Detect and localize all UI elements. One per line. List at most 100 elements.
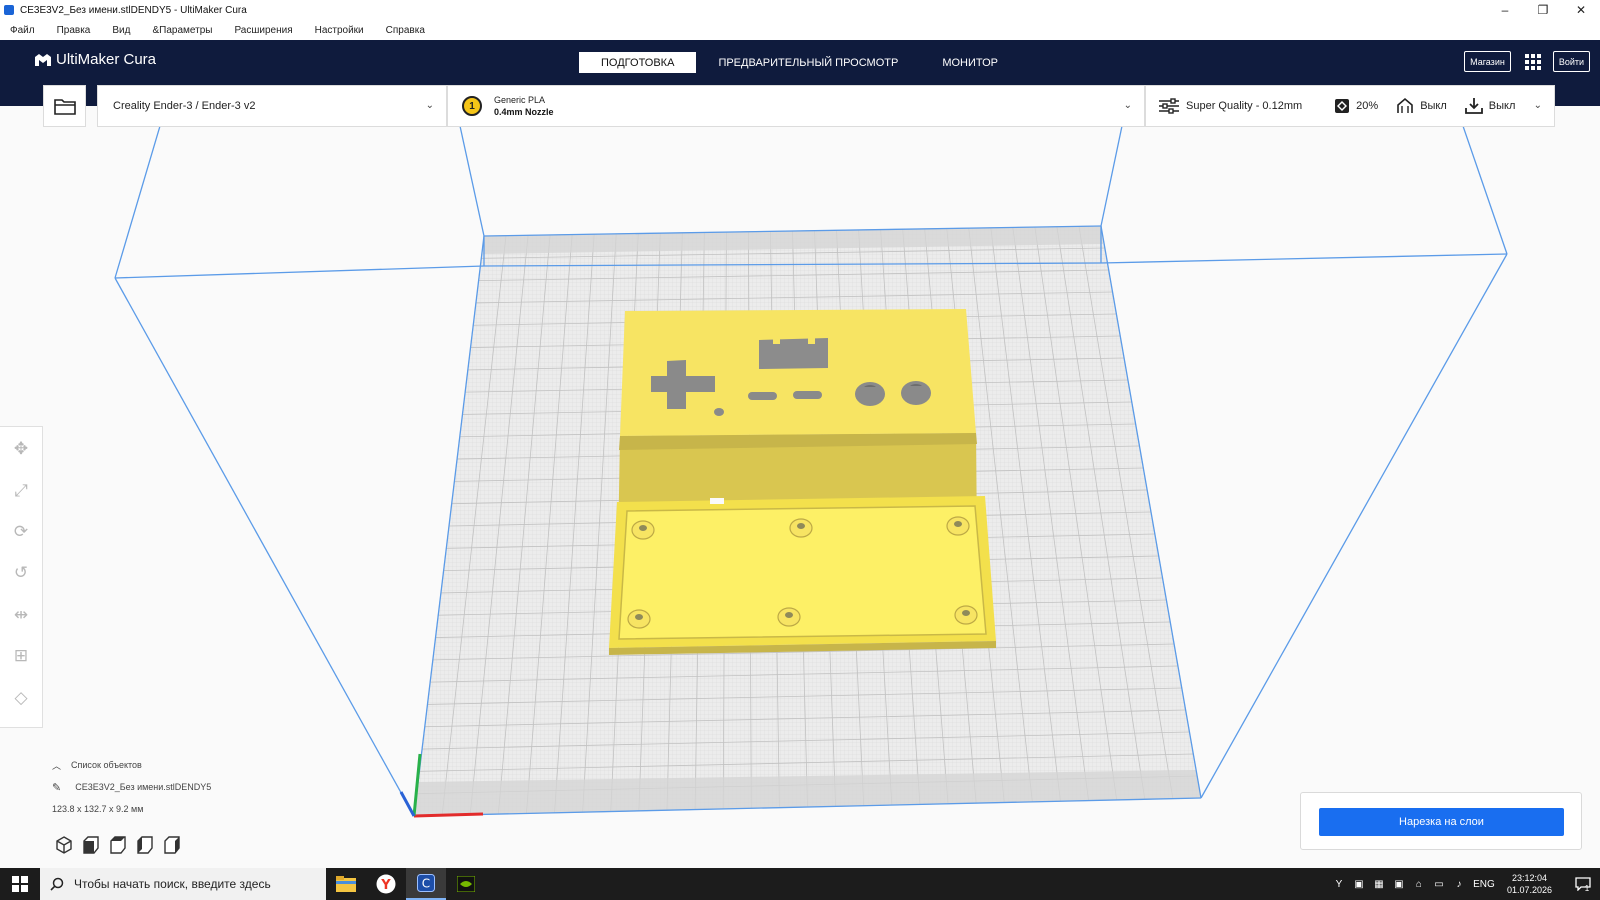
clock[interactable]: 23:12:04 01.07.2026 (1507, 872, 1552, 896)
folder-icon (336, 876, 356, 892)
app-tray-icon[interactable]: ▦ (1369, 868, 1389, 900)
infill: 20% (1334, 98, 1378, 114)
printer-name: Creality Ender-3 / Ender-3 v2 (113, 100, 256, 112)
nvidia-settings-tray-icon[interactable]: ▣ (1389, 868, 1409, 900)
minimize-button[interactable]: – (1486, 0, 1524, 20)
adhesion-value: Выкл (1488, 100, 1516, 112)
infill-icon (1335, 99, 1350, 113)
adhesion: Выкл (1464, 97, 1516, 115)
object-list-toggle[interactable]: ︿ Список объектов (52, 758, 292, 772)
build-volume-scene[interactable] (0, 106, 1600, 868)
printer-selector[interactable]: Creality Ender-3 / Ender-3 v2 ⌄ (97, 85, 447, 127)
print-settings-selector[interactable]: Super Quality - 0.12mm 20% Выкл Выкл ⌄ (1145, 85, 1555, 127)
sign-in-button[interactable]: Войти (1552, 51, 1590, 72)
taskbar-cura[interactable]: C (406, 868, 446, 900)
object-list-header: Список объектов (71, 760, 142, 770)
menu-file[interactable]: Файл (10, 25, 35, 36)
window-title: CE3E3V2_Без имени.stlDENDY5 - UltiMaker … (20, 4, 247, 16)
object-list: ︿ Список объектов ✎ CE3E3V2_Без имени.st… (52, 758, 292, 824)
menu-settings[interactable]: &Параметры (152, 25, 212, 36)
logo-text: UltiMaker Cura (56, 51, 157, 68)
clock-date: 01.07.2026 (1506, 885, 1552, 895)
tab-prepare[interactable]: ПОДГОТОВКА (579, 52, 697, 73)
view-left-icon[interactable] (136, 836, 154, 854)
view-front-icon[interactable] (82, 836, 100, 854)
window-controls: – ❐ ✕ (1486, 0, 1600, 20)
menu-preferences[interactable]: Настройки (315, 25, 364, 36)
network-icon[interactable]: ▭ (1429, 868, 1449, 900)
tab-monitor[interactable]: МОНИТОР (920, 52, 1020, 73)
slice-panel: Нарезка на слои (1300, 792, 1582, 850)
close-button[interactable]: ✕ (1562, 0, 1600, 20)
object-name: CE3E3V2_Без имени.stlDENDY5 (75, 782, 212, 792)
profile: Super Quality - 0.12mm (1158, 98, 1302, 114)
svg-text:Y: Y (380, 878, 391, 893)
menu-help[interactable]: Справка (386, 25, 425, 36)
taskbar-nvidia[interactable] (446, 868, 486, 900)
chevron-up-icon: ︿ (52, 760, 62, 771)
object-dimensions: 123.8 x 132.7 x 9.2 мм (52, 802, 292, 816)
undo-rotate-icon[interactable]: ↺ (8, 561, 34, 585)
3d-viewport[interactable]: ✥ ⤢ ⟳ ↺ ⇹ ⊞ ◇ (0, 106, 1600, 868)
yandex-browser-icon: Y (376, 874, 396, 894)
nvidia-icon (457, 876, 475, 892)
volume-icon[interactable]: ♪ (1449, 868, 1469, 900)
x-axis (413, 812, 484, 818)
view-3d-icon[interactable] (55, 836, 73, 854)
start-button[interactable] (0, 868, 40, 900)
stage-tabs: ПОДГОТОВКА ПРЕДВАРИТЕЛЬНЫЙ ПРОСМОТР МОНИ… (579, 52, 1020, 73)
taskbar-explorer[interactable] (326, 868, 366, 900)
pencil-icon: ✎ (52, 781, 62, 794)
tab-preview[interactable]: ПРЕДВАРИТЕЛЬНЫЙ ПРОСМОТР (696, 52, 920, 73)
taskbar-search[interactable]: Чтобы начать поиск, введите здесь (40, 868, 326, 900)
support-icon (1397, 97, 1413, 113)
per-model-settings-icon[interactable]: ⊞ (8, 644, 34, 668)
chevron-down-icon: ⌄ (425, 100, 434, 111)
window-title-bar: CE3E3V2_Без имени.stlDENDY5 - UltiMaker … (0, 0, 1600, 20)
cura-icon: C (417, 874, 435, 892)
extruder-badge: 1 (462, 96, 482, 116)
chevron-down-icon: ⌄ (1533, 100, 1542, 111)
view-top-icon[interactable] (109, 836, 127, 854)
menu-view[interactable]: Вид (112, 25, 130, 36)
profile-name: Super Quality - 0.12mm (1186, 100, 1303, 112)
infill-value: 20% (1356, 100, 1379, 112)
windows-taskbar: Чтобы начать поиск, введите здесь Y C Y … (0, 868, 1600, 900)
ultimaker-logo-icon (35, 53, 51, 66)
object-item[interactable]: ✎ CE3E3V2_Без имени.stlDENDY5 (52, 780, 292, 794)
model-bottom-case (609, 496, 996, 655)
sliders-icon (1159, 98, 1179, 114)
chevron-down-icon: ⌄ (1123, 100, 1132, 111)
nvidia-tray-icon[interactable]: ▣ (1349, 868, 1369, 900)
material-name: Generic PLA (494, 95, 546, 105)
menu-bar: Файл Правка Вид &Параметры Расширения На… (0, 20, 1600, 40)
adhesion-icon (1464, 98, 1483, 114)
dimensions-value: 123.8 x 132.7 x 9.2 мм (52, 804, 144, 814)
menu-edit[interactable]: Правка (57, 25, 91, 36)
header-right: Магазин Войти (1452, 51, 1590, 72)
restore-button[interactable]: ❐ (1524, 0, 1562, 20)
move-tool-icon[interactable]: ✥ (8, 437, 34, 461)
language-indicator[interactable]: ENG (1469, 868, 1499, 900)
apps-grid-icon[interactable] (1524, 53, 1541, 70)
search-placeholder: Чтобы начать поиск, введите здесь (74, 877, 271, 891)
scale-tool-icon[interactable]: ⤢ (8, 478, 34, 502)
rotate-tool-icon[interactable]: ⟳ (8, 520, 34, 544)
usb-icon[interactable]: ⌂ (1409, 868, 1429, 900)
material-info: Generic PLA 0.4mm Nozzle (494, 95, 554, 117)
menu-extensions[interactable]: Расширения (234, 25, 292, 36)
cura-app-icon (4, 5, 14, 15)
view-right-icon[interactable] (163, 836, 181, 854)
material-selector[interactable]: 1 Generic PLA 0.4mm Nozzle ⌄ (447, 85, 1145, 127)
folder-icon (53, 99, 76, 115)
mirror-tool-icon[interactable]: ⇹ (8, 603, 34, 627)
marketplace-button[interactable]: Магазин (1464, 51, 1511, 72)
notification-icon[interactable]: 1 (1564, 868, 1600, 900)
support-blocker-icon[interactable]: ◇ (8, 686, 34, 710)
taskbar-yandex-browser[interactable]: Y (366, 868, 406, 900)
clock-time: 23:12:04 (1511, 873, 1547, 883)
slice-button[interactable]: Нарезка на слои (1319, 808, 1564, 836)
support-value: Выкл (1420, 100, 1447, 112)
yandex-tray-icon[interactable]: Y (1329, 868, 1349, 900)
open-file-button[interactable] (43, 85, 86, 127)
